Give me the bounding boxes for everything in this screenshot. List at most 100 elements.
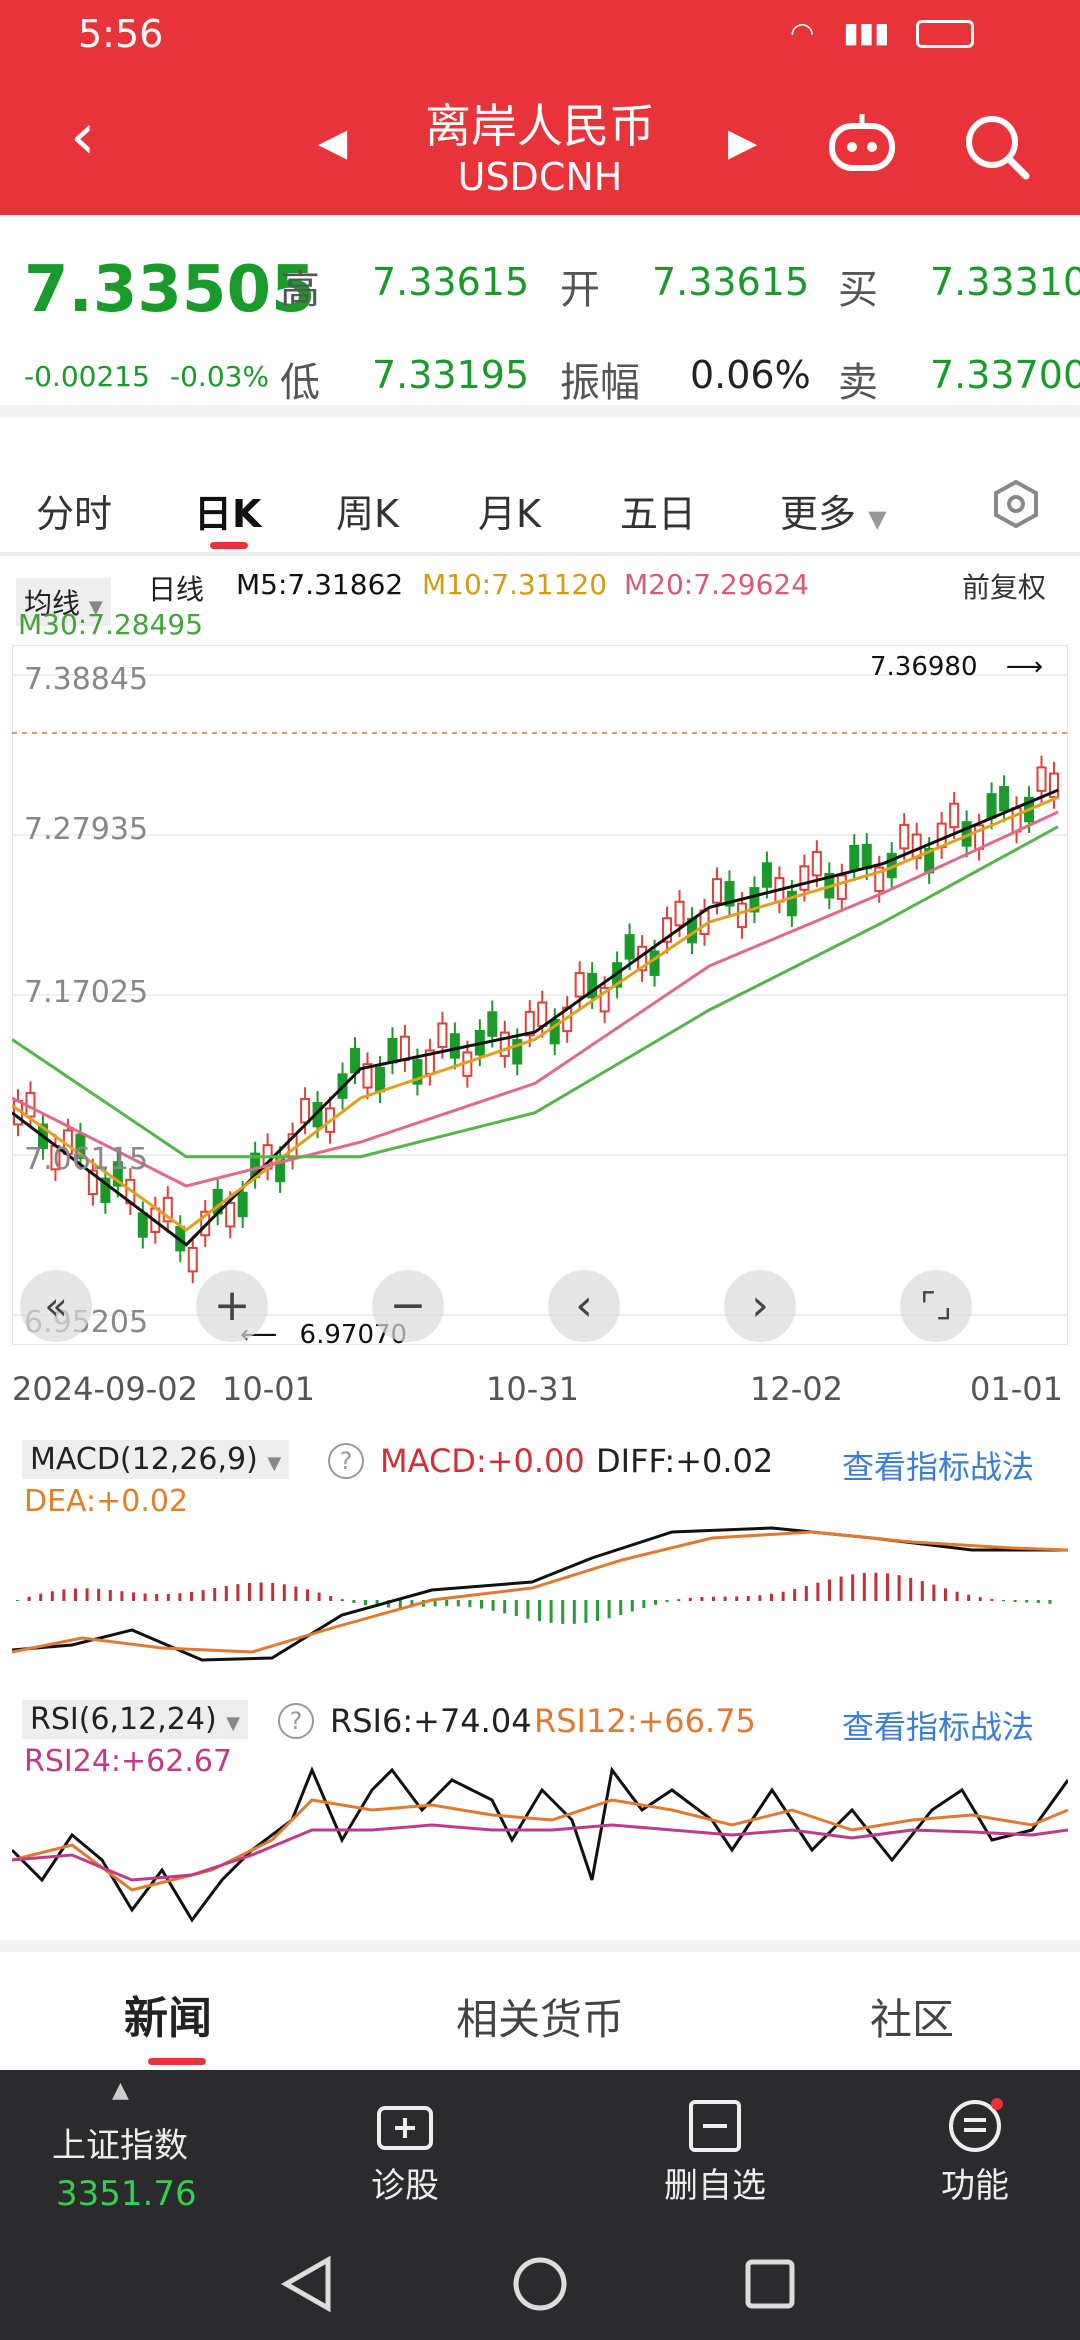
- signal-icon: ▮▮▮: [843, 16, 890, 49]
- tab-week-k[interactable]: 周K: [336, 483, 399, 538]
- macd-bar: [932, 1584, 936, 1601]
- ma-m5: M5:7.31862: [236, 568, 404, 601]
- rsi-selector-label: RSI(6,12,24): [30, 1702, 217, 1737]
- macd-bar: [1048, 1600, 1052, 1604]
- macd-bar: [514, 1600, 518, 1617]
- macd-bar: [642, 1600, 646, 1609]
- system-recents-button[interactable]: [744, 2258, 796, 2314]
- next-button[interactable]: ▶: [728, 120, 757, 164]
- macd-bar: [746, 1596, 750, 1601]
- rsi12-value: RSI12:+66.75: [534, 1702, 756, 1740]
- macd-bar: [248, 1582, 251, 1601]
- macd-bar: [990, 1598, 994, 1601]
- macd-bar: [236, 1584, 240, 1601]
- tab-fenshi[interactable]: 分时: [36, 483, 112, 538]
- help-icon[interactable]: ?: [278, 1703, 314, 1739]
- y-label-4: 7.06115: [24, 1142, 149, 1177]
- sell-label: 卖: [838, 360, 878, 406]
- tab-month-k[interactable]: 月K: [478, 483, 541, 538]
- rsi24-line: [12, 1823, 1068, 1882]
- macd-bar: [224, 1585, 228, 1601]
- macd-bar: [1013, 1600, 1017, 1602]
- tab-five-day[interactable]: 五日: [620, 483, 696, 538]
- page-title: 离岸人民币: [425, 99, 655, 153]
- divider: [0, 405, 1080, 417]
- x-label-1: 2024-09-02: [12, 1370, 198, 1408]
- hexagon-settings-icon: [994, 479, 1038, 529]
- robot-icon: [829, 114, 895, 171]
- macd-bar: [944, 1588, 947, 1601]
- robot-button[interactable]: [826, 112, 898, 178]
- adjust-mode[interactable]: 前复权: [962, 566, 1046, 606]
- fullscreen-button[interactable]: ⌜⌟: [900, 1270, 972, 1342]
- macd-selector[interactable]: MACD(12,26,9) ▼: [22, 1440, 290, 1479]
- index-name[interactable]: 上证指数: [52, 2118, 188, 2167]
- kline-chart[interactable]: [12, 645, 1068, 1345]
- index-value: 3351.76: [56, 2174, 197, 2214]
- wifi-icon: ◠: [790, 16, 815, 49]
- caret-up-icon: ▲: [112, 2078, 129, 2103]
- chevron-right-icon: ›: [751, 1280, 769, 1331]
- scroll-left-fast-button[interactable]: «: [20, 1270, 92, 1342]
- macd-value: MACD:+0.00: [380, 1442, 585, 1480]
- x-label-3: 10-31: [486, 1370, 579, 1408]
- chevron-left-icon: ‹: [575, 1280, 593, 1331]
- macd-selector-label: MACD(12,26,9): [30, 1442, 258, 1477]
- low-value: 7.33195: [372, 353, 530, 397]
- tab-news[interactable]: 新闻: [124, 1982, 212, 2046]
- tab-related-currency[interactable]: 相关货币: [456, 1986, 624, 2047]
- system-back-button[interactable]: [280, 2255, 332, 2316]
- macd-diff: DIFF:+0.02: [596, 1442, 774, 1480]
- remove-watchlist-button[interactable]: 删自选: [660, 2098, 770, 2207]
- tab-community[interactable]: 社区: [870, 1986, 954, 2047]
- macd-bar: [897, 1575, 901, 1601]
- minus-icon: −: [389, 1280, 427, 1331]
- status-time: 5:56: [78, 12, 164, 56]
- macd-bar: [978, 1597, 982, 1601]
- macd-bar: [143, 1593, 147, 1601]
- diagnose-button[interactable]: 诊股: [360, 2098, 450, 2207]
- status-icons: ◠ ▮▮▮: [790, 16, 975, 49]
- macd-bar: [50, 1591, 54, 1601]
- tab-more[interactable]: 更多 ▼: [780, 483, 887, 538]
- macd-bar: [16, 1600, 19, 1601]
- arrow-right-icon: ⟶: [1005, 652, 1044, 682]
- rsi6-value: RSI6:+74.04: [330, 1702, 532, 1740]
- y-label-3: 7.17025: [24, 975, 149, 1010]
- macd-bar: [561, 1600, 565, 1624]
- functions-button[interactable]: 功能: [930, 2098, 1020, 2207]
- zoom-out-button[interactable]: −: [372, 1270, 444, 1342]
- open-value: 7.33615: [652, 260, 810, 304]
- macd-bar: [62, 1589, 66, 1601]
- rsi-selector[interactable]: RSI(6,12,24) ▼: [22, 1700, 249, 1739]
- macd-bar: [190, 1591, 193, 1601]
- page-subtitle: USDCNH: [457, 155, 623, 199]
- battery-icon: [916, 20, 975, 48]
- search-button[interactable]: [962, 112, 1032, 186]
- macd-bar: [758, 1595, 762, 1601]
- macd-bar: [630, 1600, 634, 1612]
- divider: [0, 1940, 1080, 1952]
- macd-chart: [12, 1526, 1068, 1662]
- ma-m20: M20:7.29624: [624, 568, 810, 601]
- macd-bar: [445, 1600, 449, 1607]
- rsi-strategy-link[interactable]: 查看指标战法: [842, 1702, 1034, 1748]
- scroll-left-button[interactable]: ‹: [548, 1270, 620, 1342]
- scroll-right-button[interactable]: ›: [724, 1270, 796, 1342]
- system-home-button[interactable]: [512, 2256, 568, 2316]
- zoom-in-button[interactable]: +: [196, 1270, 268, 1342]
- help-icon[interactable]: ?: [328, 1443, 364, 1479]
- ma-m30: M30:7.28495: [18, 608, 204, 641]
- macd-bar: [665, 1600, 669, 1603]
- tab-day-k[interactable]: 日K: [194, 483, 261, 538]
- macd-dea: DEA:+0.02: [24, 1484, 189, 1519]
- chart-settings-button[interactable]: [990, 478, 1042, 534]
- macd-strategy-link[interactable]: 查看指标战法: [842, 1442, 1034, 1488]
- macd-bar: [132, 1592, 135, 1601]
- ma-m10: M10:7.31120: [422, 568, 608, 601]
- macd-bar: [294, 1586, 298, 1601]
- macd-bar: [851, 1574, 855, 1601]
- macd-bar: [398, 1600, 402, 1608]
- stock-diagnose-icon: [377, 2106, 433, 2150]
- price-change-pct: -0.03%: [170, 360, 270, 393]
